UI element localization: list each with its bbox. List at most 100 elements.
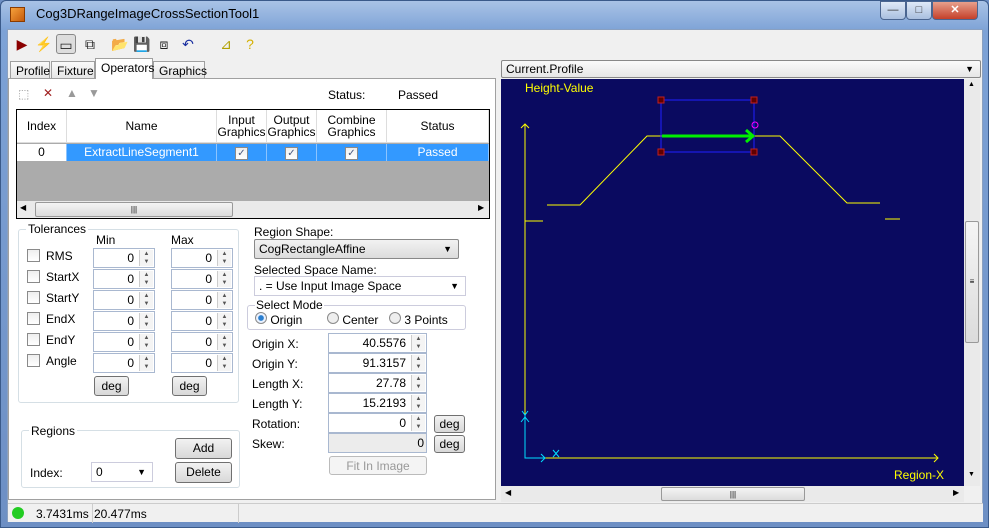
scroll-thumb[interactable]: ||| [35,202,233,217]
tolerance-angle-max[interactable]: 0 ▲ ▼ [171,353,233,373]
tolerance-endx-max[interactable]: 0 ▲ ▼ [171,311,233,331]
close-button[interactable]: ✕ [932,1,978,20]
move-up-icon[interactable]: ▲ [66,86,78,100]
spinner-icon[interactable]: ▲ ▼ [217,271,231,287]
mode-3-points[interactable]: 3 Points [389,312,448,327]
origin-radio[interactable] [255,312,267,324]
move-down-icon[interactable]: ▼ [88,86,100,100]
spinner-icon[interactable]: ▲ ▼ [217,250,231,266]
row-status[interactable]: Passed [387,144,489,161]
origin-y-input[interactable]: 91.3157 ▲ ▼ [328,353,427,373]
col-name[interactable]: Name [67,110,217,143]
length-x-input[interactable]: 27.78 ▲ ▼ [328,373,427,393]
maximize-button[interactable]: □ [906,1,932,20]
floating-display-icon[interactable]: ⧉ [80,34,100,54]
col-combine-graphics[interactable]: Combine Graphics [317,110,387,143]
tolerance-starty-checkbox[interactable] [27,291,40,307]
tolerance-startx-min[interactable]: 0 ▲ ▼ [93,269,155,289]
grid-horizontal-scrollbar[interactable]: ◀ ||| ▶ [17,201,489,218]
col-status[interactable]: Status [387,110,489,143]
electric-icon[interactable]: ⚡ [34,34,54,54]
scroll-right-icon[interactable]: ▶ [478,203,484,212]
col-output-graphics[interactable]: Output Graphics [267,110,317,143]
tab-fixture[interactable]: Fixture [51,61,95,79]
row-index[interactable]: 0 [17,144,67,161]
tolerance-angle-min[interactable]: 0 ▲ ▼ [93,353,155,373]
col-input-graphics[interactable]: Input Graphics [217,110,267,143]
display-horizontal-scrollbar[interactable]: ◀ ||| ▶ [501,486,964,502]
spinner-icon[interactable]: ▲ ▼ [139,250,153,266]
rotation-input[interactable]: 0 ▲ ▼ [328,413,427,433]
combine-graphics-checkbox[interactable]: ✓ [345,147,358,160]
help-icon[interactable]: ? [240,34,260,54]
scroll-up-icon[interactable]: ▲ [968,81,975,88]
save-as-icon[interactable]: ⧈ [154,34,174,54]
min-deg-button[interactable]: deg [94,376,129,396]
profile-display[interactable]: Height-Value Region-X [501,79,964,486]
spinner-icon[interactable]: ▲ ▼ [411,355,425,371]
tolerance-starty-max[interactable]: 0 ▲ ▼ [171,290,233,310]
setup-icon[interactable]: ⊿ [216,34,236,54]
length-y-input[interactable]: 15.2193 ▲ ▼ [328,393,427,413]
tab-operators[interactable]: Operators [95,58,154,79]
center-radio[interactable] [327,312,339,324]
spinner-icon[interactable]: ▲ ▼ [139,313,153,329]
tolerance-angle-checkbox[interactable] [27,354,40,370]
row-name[interactable]: ExtractLineSegment1 [67,144,217,161]
tolerance-rms-max[interactable]: 0 ▲ ▼ [171,248,233,268]
display-vertical-scrollbar[interactable]: ▲ ≡ ▼ [964,79,980,486]
spinner-icon[interactable]: ▲ ▼ [217,355,231,371]
index-dropdown[interactable]: 0 ▼ [91,462,153,482]
vertical-scroll-thumb[interactable]: ≡ [965,221,979,343]
mode-center[interactable]: Center [327,312,378,327]
spinner-icon[interactable]: ▲ ▼ [411,335,425,351]
selected-space-dropdown[interactable]: . = Use Input Image Space ▼ [254,276,466,296]
tolerance-endx-min[interactable]: 0 ▲ ▼ [93,311,155,331]
run-icon[interactable]: ▶ [12,34,32,54]
show-display-icon[interactable]: ▭ [56,34,76,54]
tolerance-rms-min[interactable]: 0 ▲ ▼ [93,248,155,268]
spinner-icon[interactable]: ▲ ▼ [139,334,153,350]
rotation-deg-button[interactable]: deg [434,415,465,433]
output-graphics-checkbox[interactable]: ✓ [285,147,298,160]
mode-origin[interactable]: Origin [255,312,302,327]
3-points-radio[interactable] [389,312,401,324]
input-graphics-checkbox[interactable]: ✓ [235,147,248,160]
horizontal-scroll-thumb[interactable]: ||| [661,487,805,501]
spinner-icon[interactable]: ▲ ▼ [217,334,231,350]
spinner-icon[interactable]: ▲ ▼ [139,292,153,308]
skew-input[interactable]: 0 [328,433,427,453]
col-index[interactable]: Index [17,110,67,143]
tolerance-endx-checkbox[interactable] [27,312,40,328]
spinner-icon[interactable]: ▲ ▼ [411,415,425,431]
tolerance-rms-checkbox[interactable] [27,249,40,265]
skew-deg-button[interactable]: deg [434,435,465,453]
display-selector-dropdown[interactable]: Current.Profile ▼ [501,60,981,78]
open-folder-icon[interactable]: 📂 [110,34,130,54]
scroll-down-icon[interactable]: ▼ [968,471,975,478]
add-operator-icon[interactable]: ⬚ [18,87,29,101]
reset-icon[interactable]: ↶ [178,34,198,54]
region-shape-dropdown[interactable]: CogRectangleAffine ▼ [254,239,459,259]
tab-profile[interactable]: Profile [10,61,50,79]
add-region-button[interactable]: Add [175,438,232,459]
tolerance-startx-checkbox[interactable] [27,270,40,286]
scroll-left-icon[interactable]: ◀ [20,203,26,212]
tolerance-startx-max[interactable]: 0 ▲ ▼ [171,269,233,289]
scroll-right-icon[interactable]: ▶ [953,488,959,497]
spinner-icon[interactable]: ▲ ▼ [411,395,425,411]
spinner-icon[interactable]: ▲ ▼ [217,292,231,308]
tolerance-endy-min[interactable]: 0 ▲ ▼ [93,332,155,352]
tolerance-starty-min[interactable]: 0 ▲ ▼ [93,290,155,310]
tab-graphics[interactable]: Graphics [153,61,207,79]
spinner-icon[interactable]: ▲ ▼ [411,375,425,391]
origin-x-input[interactable]: 40.5576 ▲ ▼ [328,333,427,353]
minimize-button[interactable]: — [880,1,906,20]
spinner-icon[interactable]: ▲ ▼ [217,313,231,329]
delete-region-button[interactable]: Delete [175,462,232,483]
tolerance-endy-max[interactable]: 0 ▲ ▼ [171,332,233,352]
max-deg-button[interactable]: deg [172,376,207,396]
spinner-icon[interactable]: ▲ ▼ [139,355,153,371]
spinner-icon[interactable]: ▲ ▼ [139,271,153,287]
scroll-left-icon[interactable]: ◀ [505,488,511,497]
